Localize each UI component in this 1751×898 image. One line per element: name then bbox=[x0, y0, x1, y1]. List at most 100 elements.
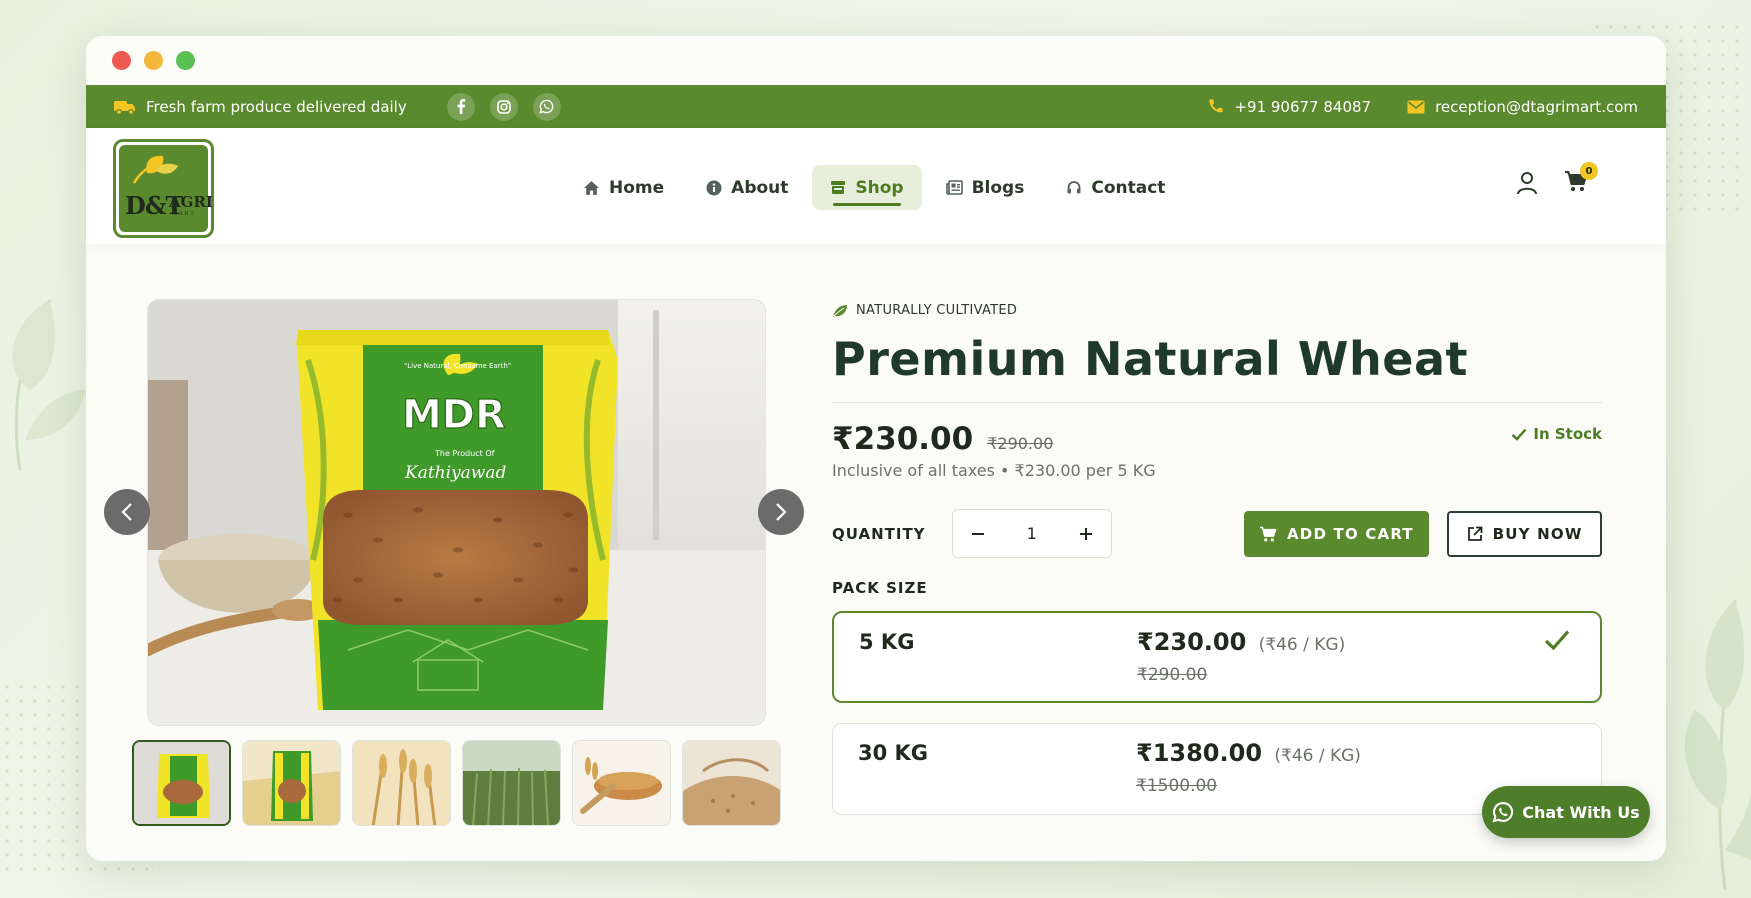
leaf-icon bbox=[833, 304, 847, 317]
thumbnail-item[interactable] bbox=[132, 740, 231, 826]
product-main-image[interactable]: "Live Natural, Consume Earth" MDR The Pr… bbox=[147, 299, 766, 726]
contact-info: +91 90677 84087 reception@dtagrimart.com bbox=[1207, 98, 1638, 116]
check-icon bbox=[1512, 428, 1527, 441]
logo-text-side: AGRI bbox=[169, 193, 213, 211]
gallery-prev-button[interactable] bbox=[104, 489, 150, 535]
nav-item-label: About bbox=[731, 177, 789, 198]
pack-size-label: PACK SIZE bbox=[832, 579, 928, 597]
pack-unit-price: (₹46 / KG) bbox=[1258, 635, 1346, 655]
pack-size: 5 KG bbox=[859, 630, 915, 654]
pack-size: 30 KG bbox=[858, 741, 929, 765]
window-titlebar bbox=[86, 36, 1666, 85]
product-tag: NATURALLY CULTIVATED bbox=[832, 303, 1602, 318]
gallery-thumbnails bbox=[132, 740, 781, 826]
window-maximize-button[interactable] bbox=[176, 51, 195, 70]
nav-item-about[interactable]: About bbox=[688, 165, 806, 210]
delivery-truck-icon bbox=[114, 100, 135, 115]
cart-icon bbox=[1259, 526, 1277, 541]
instagram-icon[interactable] bbox=[489, 92, 518, 121]
add-to-cart-button[interactable]: ADD TO CART bbox=[1243, 510, 1430, 557]
headset-icon bbox=[1067, 180, 1081, 193]
main-nav: Home About Shop Blogs Contact bbox=[565, 165, 1183, 210]
nav-item-label: Shop bbox=[855, 177, 904, 198]
nav-item-label: Blogs bbox=[971, 177, 1025, 198]
chat-with-us-button[interactable]: Chat With Us bbox=[1482, 786, 1650, 838]
pack-option-5kg[interactable]: 5 KG ₹230.00 (₹46 / KG) ₹290.00 bbox=[832, 611, 1602, 703]
pack-price-value: ₹1380.00 bbox=[1136, 739, 1263, 767]
browser-window: Fresh farm produce delivered daily +91 9… bbox=[86, 36, 1666, 861]
email-contact[interactable]: reception@dtagrimart.com bbox=[1407, 98, 1638, 116]
user-account-icon[interactable] bbox=[1516, 171, 1538, 195]
nav-item-label: Home bbox=[609, 177, 665, 198]
minus-icon[interactable] bbox=[971, 527, 985, 541]
email-address: reception@dtagrimart.com bbox=[1435, 97, 1638, 116]
stock-text: In Stock bbox=[1533, 425, 1602, 443]
buy-now-button[interactable]: BUY NOW bbox=[1447, 510, 1602, 557]
plus-icon[interactable] bbox=[1079, 527, 1093, 541]
cart-button[interactable]: 0 bbox=[1564, 162, 1598, 196]
product-details: NATURALLY CULTIVATED Premium Natural Whe… bbox=[832, 299, 1602, 815]
nav-item-shop[interactable]: Shop bbox=[812, 165, 922, 210]
delivery-notice: Fresh farm produce delivered daily bbox=[114, 98, 407, 116]
pack-original-price: ₹1500.00 bbox=[1136, 776, 1218, 796]
social-links bbox=[446, 92, 561, 121]
header-actions: 0 bbox=[1516, 162, 1598, 196]
cart-count-badge: 0 bbox=[1580, 162, 1598, 180]
nav-item-label: Contact bbox=[1091, 177, 1166, 198]
whatsapp-icon bbox=[1492, 802, 1514, 823]
add-to-cart-label: ADD TO CART bbox=[1286, 524, 1414, 543]
thumbnail-item[interactable] bbox=[242, 740, 341, 826]
original-price: ₹290.00 bbox=[987, 434, 1054, 453]
packaging-tagline: "Live Natural, Consume Earth" bbox=[404, 362, 511, 370]
thumbnail-item[interactable] bbox=[352, 740, 451, 826]
pack-original-price: ₹290.00 bbox=[1137, 665, 1208, 685]
background-leaf-left bbox=[12, 299, 85, 471]
logo-badge: D&T AGRI MART bbox=[119, 145, 213, 232]
thumbnail-item[interactable] bbox=[572, 740, 671, 826]
site-header: D&T AGRI MART Home About Shop Blogs Cont… bbox=[86, 128, 1666, 244]
title-divider bbox=[832, 402, 1602, 403]
phone-icon bbox=[1209, 99, 1224, 113]
quantity-stepper: 1 bbox=[951, 509, 1112, 558]
chevron-left-icon bbox=[121, 503, 132, 521]
pack-unit-price: (₹46 / KG) bbox=[1274, 746, 1361, 766]
logo-leaf-icon bbox=[132, 155, 178, 184]
price-row: ₹230.00 ₹290.00 In Stock bbox=[832, 421, 1602, 457]
pack-price: ₹1380.00 (₹46 / KG) bbox=[1136, 739, 1361, 767]
packaging-brand: MDR bbox=[402, 392, 506, 438]
nav-item-contact[interactable]: Contact bbox=[1048, 165, 1183, 210]
stock-status: In Stock bbox=[1511, 425, 1602, 443]
phone-number: +91 90677 84087 bbox=[1234, 97, 1372, 116]
thumbnail-item[interactable] bbox=[462, 740, 561, 826]
nav-item-home[interactable]: Home bbox=[565, 165, 682, 210]
gallery-next-button[interactable] bbox=[758, 489, 804, 535]
whatsapp-icon[interactable] bbox=[532, 92, 561, 121]
quantity-value[interactable]: 1 bbox=[1027, 524, 1037, 543]
pack-price: ₹230.00 (₹46 / KG) bbox=[1137, 628, 1345, 656]
nav-item-blogs[interactable]: Blogs bbox=[928, 165, 1043, 210]
chevron-right-icon bbox=[776, 503, 787, 521]
quantity-label: QUANTITY bbox=[832, 524, 926, 543]
top-info-bar: Fresh farm produce delivered daily +91 9… bbox=[86, 85, 1666, 128]
external-link-icon bbox=[1467, 526, 1483, 541]
pack-price-value: ₹230.00 bbox=[1137, 628, 1247, 656]
product-photo: "Live Natural, Consume Earth" MDR The Pr… bbox=[148, 300, 765, 725]
home-icon bbox=[584, 180, 599, 195]
tax-note: Inclusive of all taxes • ₹230.00 per 5 K… bbox=[832, 461, 1156, 480]
product-title: Premium Natural Wheat bbox=[832, 332, 1468, 386]
thumbnail-item[interactable] bbox=[682, 740, 781, 826]
selected-check-icon bbox=[1544, 630, 1570, 651]
product-gallery: "Live Natural, Consume Earth" MDR The Pr… bbox=[104, 299, 804, 826]
buy-now-label: BUY NOW bbox=[1492, 524, 1583, 543]
quantity-row: QUANTITY 1 ADD TO CART BUY NOW bbox=[832, 509, 1602, 558]
site-logo[interactable]: D&T AGRI MART bbox=[113, 139, 214, 238]
product-tag-text: NATURALLY CULTIVATED bbox=[856, 303, 1018, 318]
background-leaf-right bbox=[1684, 599, 1751, 890]
shop-icon bbox=[831, 181, 846, 194]
window-close-button[interactable] bbox=[112, 51, 131, 70]
logo-text-small: MART bbox=[172, 211, 196, 217]
facebook-icon[interactable] bbox=[446, 92, 475, 121]
phone-contact[interactable]: +91 90677 84087 bbox=[1207, 98, 1371, 116]
info-icon bbox=[706, 180, 722, 195]
window-minimize-button[interactable] bbox=[144, 51, 163, 70]
